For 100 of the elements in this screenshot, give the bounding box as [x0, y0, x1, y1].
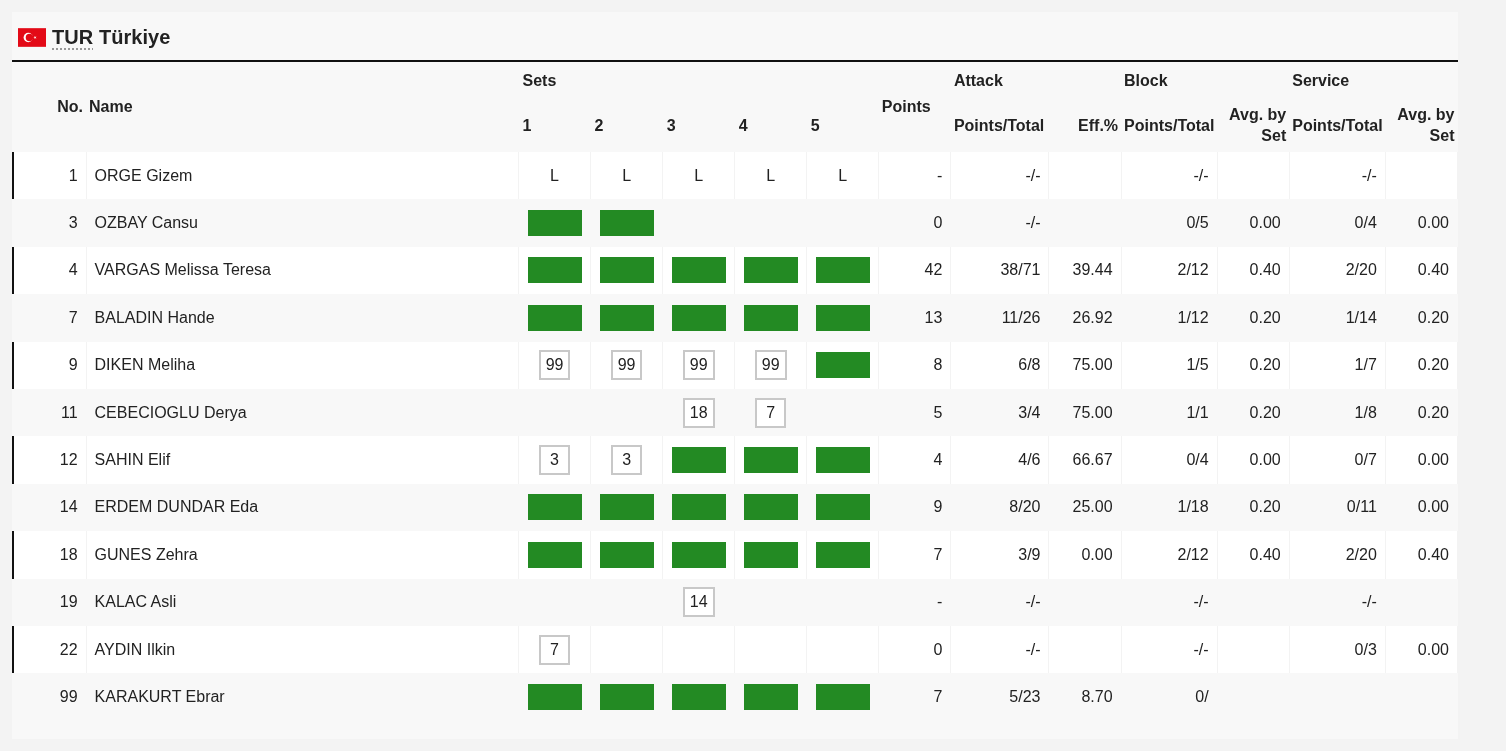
substitution-number: 18	[682, 397, 715, 428]
starter-mark	[743, 494, 798, 521]
stat-cell: 0.40	[1385, 531, 1458, 579]
stat-cell: 4/6	[950, 436, 1049, 484]
points-cell: -	[878, 152, 951, 200]
column-header: 2	[590, 100, 663, 152]
player-name: ERDEM DUNDAR Eda	[86, 483, 519, 532]
stat-cell: 26.92	[1049, 294, 1122, 342]
starter-mark	[815, 304, 870, 331]
stat-cell: 1/1	[1121, 388, 1218, 437]
player-number: 22	[12, 625, 87, 674]
libero-label: L	[662, 152, 735, 200]
starter-mark	[671, 447, 726, 474]
stat-cell: 3/4	[950, 388, 1049, 437]
starter-mark	[599, 304, 654, 331]
stat-cell: 0.00	[1385, 436, 1458, 484]
team-name: Türkiye	[99, 25, 171, 50]
stat-cell: -/-	[950, 625, 1049, 674]
libero-label: L	[590, 152, 663, 200]
player-name: DIKEN Meliha	[86, 341, 519, 389]
stat-cell: -/-	[950, 578, 1049, 626]
starter-mark	[599, 684, 654, 710]
stat-cell: 2/20	[1289, 531, 1386, 579]
starter-mark	[599, 210, 654, 237]
column-header: Points/Total	[1121, 100, 1218, 152]
starter-mark	[815, 352, 870, 379]
starter-mark	[671, 494, 726, 521]
points-cell: 0	[878, 625, 951, 674]
player-name: SAHIN Elif	[86, 436, 519, 484]
player-name: GUNES Zehra	[86, 531, 519, 579]
starter-mark	[599, 257, 654, 284]
stat-cell: 38/71	[950, 246, 1049, 295]
starter-mark	[599, 494, 654, 521]
stat-cell: 6/8	[950, 341, 1049, 389]
column-header: Service	[1291, 70, 1351, 91]
substitution-number: 14	[682, 587, 715, 618]
stat-cell: 0.20	[1217, 341, 1290, 389]
starter-mark	[743, 447, 798, 474]
substitution-number: 99	[754, 350, 787, 381]
libero-label: L	[518, 152, 591, 200]
stat-cell: 0.20	[1217, 294, 1290, 342]
starter-mark	[815, 541, 870, 568]
stat-cell: 0.00	[1385, 199, 1458, 247]
column-header: 4	[734, 100, 807, 152]
column-header: 5	[806, 100, 879, 152]
starter-mark	[743, 257, 798, 284]
player-name: OZBAY Cansu	[86, 199, 519, 247]
stat-cell: 1/5	[1121, 341, 1218, 389]
stat-cell: 0.00	[1385, 625, 1458, 674]
player-number: 7	[12, 294, 87, 342]
stat-cell: -/-	[950, 152, 1049, 200]
player-number: 4	[12, 246, 87, 295]
player-number: 19	[12, 578, 87, 626]
player-number: 11	[12, 388, 87, 437]
starter-mark	[527, 257, 582, 284]
player-name: BALADIN Hande	[86, 294, 519, 342]
stat-cell: 0/11	[1289, 483, 1386, 532]
player-number: 14	[12, 483, 87, 532]
starter-mark	[671, 684, 726, 710]
column-header: 3	[662, 100, 735, 152]
player-number: 9	[12, 341, 87, 389]
substitution-number: 7	[539, 634, 571, 665]
starter-mark	[527, 494, 582, 521]
substitution-number: 3	[611, 445, 643, 476]
flag-icon	[18, 27, 46, 47]
starter-mark	[527, 684, 582, 710]
stat-cell: 8/20	[950, 483, 1049, 532]
player-number: 3	[12, 199, 87, 247]
points-cell: 0	[878, 199, 951, 247]
stat-cell: 0/4	[1289, 199, 1386, 247]
column-header: Points	[878, 62, 951, 152]
stat-cell: 2/20	[1289, 246, 1386, 295]
column-header: Eff.%	[1049, 100, 1122, 152]
player-number: 12	[12, 436, 87, 484]
player-number: 18	[12, 531, 87, 579]
libero-label: L	[806, 152, 879, 200]
column-header: Block	[1123, 70, 1169, 91]
stat-cell: 0.40	[1217, 531, 1290, 579]
stat-cell: 75.00	[1049, 341, 1122, 389]
substitution-number: 99	[538, 350, 571, 381]
stat-cell: 0.00	[1385, 483, 1458, 532]
substitution-number: 3	[539, 445, 571, 476]
stat-cell: 0.20	[1385, 341, 1458, 389]
team-code: TUR	[52, 25, 94, 50]
stat-cell: 1/14	[1289, 294, 1386, 342]
starter-mark	[671, 304, 726, 331]
column-header: Attack	[952, 70, 1004, 91]
libero-label: L	[734, 152, 807, 200]
points-cell: 8	[878, 341, 951, 389]
points-cell: 5	[878, 388, 951, 437]
starter-mark	[743, 684, 798, 710]
stat-cell: 1/7	[1289, 341, 1386, 389]
starter-mark	[743, 541, 798, 568]
stat-cell: 75.00	[1049, 388, 1122, 437]
stat-cell: 2/12	[1121, 531, 1218, 579]
starter-mark	[815, 684, 870, 710]
points-cell: 9	[878, 483, 951, 532]
stat-cell: 0/3	[1289, 625, 1386, 674]
points-cell: 42	[878, 246, 951, 295]
points-cell: 13	[878, 294, 951, 342]
